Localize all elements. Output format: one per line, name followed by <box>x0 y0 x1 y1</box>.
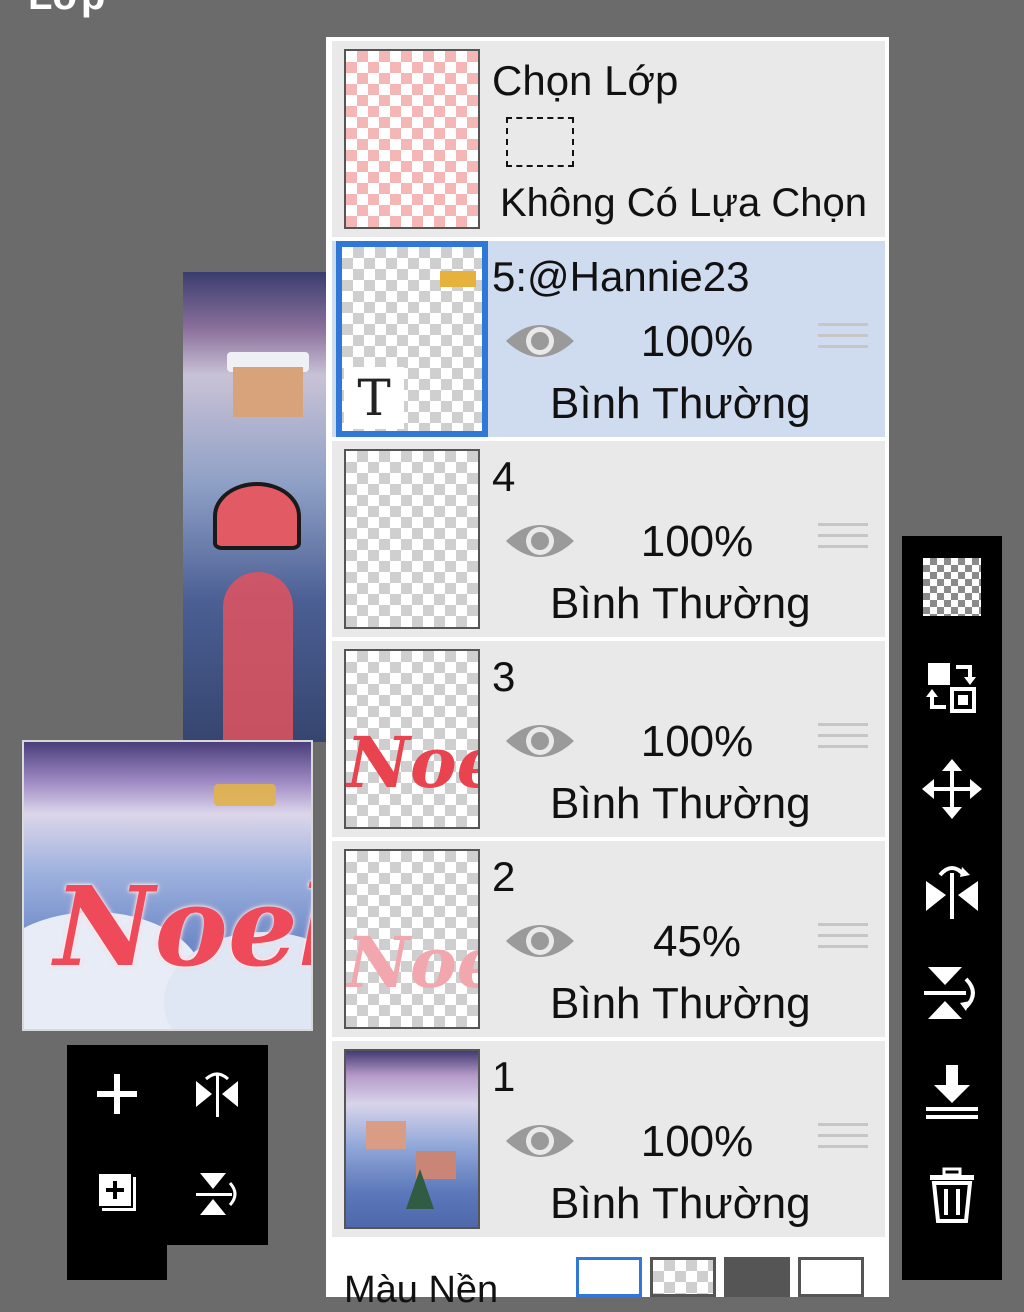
selection-title: Chọn Lớp <box>492 57 679 104</box>
move-icon <box>922 759 982 819</box>
layer-opacity[interactable]: 100% <box>632 517 762 567</box>
eye-icon[interactable] <box>504 513 576 569</box>
canvas-decoration <box>213 482 301 550</box>
thumbnail-noel-text: Noel <box>346 921 478 1004</box>
layer-thumbnail: T <box>336 241 488 437</box>
merge-down-button[interactable] <box>917 1058 987 1128</box>
add-layer-button[interactable] <box>82 1059 152 1129</box>
layer-row-2[interactable]: Noel 2 45% Bình Thường <box>332 841 885 1037</box>
swap-layers-icon <box>926 663 976 713</box>
left-toolbar <box>67 1045 268 1245</box>
canvas-preview[interactable]: Noel <box>22 740 313 1031</box>
transparency-button[interactable] <box>917 552 987 622</box>
duplicate-layer-button[interactable] <box>82 1159 152 1229</box>
layer-row-3[interactable]: Noel 3 100% Bình Thường <box>332 641 885 837</box>
drag-handle-icon[interactable] <box>818 1123 868 1163</box>
plus-icon <box>97 1074 137 1114</box>
layer-name: 5:@Hannie23 <box>492 253 750 300</box>
layer-name: 4 <box>492 453 516 500</box>
layer-blend-mode[interactable]: Bình Thường <box>550 979 811 1029</box>
layer-row-4[interactable]: 4 100% Bình Thường <box>332 441 885 637</box>
flip-vertical-icon <box>924 967 975 1019</box>
layer-thumbnail: Noel <box>344 649 480 829</box>
layer-blend-mode[interactable]: Bình Thường <box>550 779 811 829</box>
flip-horizontal-icon <box>196 1072 238 1117</box>
flip-vertical-button[interactable] <box>917 958 987 1028</box>
right-toolbar <box>902 536 1002 1280</box>
layer-name: 2 <box>492 853 516 900</box>
layer-opacity[interactable]: 100% <box>632 717 762 767</box>
thumbnail-text-mark <box>440 271 476 287</box>
layer-row-5[interactable]: T 5:@Hannie23 100% Bình Thường <box>332 241 885 437</box>
preview-noel-text: Noel <box>54 862 313 991</box>
background-color-label: Màu Nền <box>344 1269 499 1311</box>
selection-layer-row[interactable]: Chọn Lớp Không Có Lựa Chọn <box>332 41 885 237</box>
selection-status: Không Có Lựa Chọn <box>500 181 868 225</box>
selection-marquee-icon <box>506 117 574 167</box>
screen-title: Lớp <box>28 0 105 19</box>
layer-name: 3 <box>492 653 516 700</box>
drag-handle-icon[interactable] <box>818 323 868 363</box>
preview-signature <box>214 784 276 806</box>
canvas-decoration <box>223 572 293 742</box>
thumbnail-house <box>366 1121 406 1149</box>
background-swatch-transparent[interactable] <box>650 1257 716 1297</box>
drag-handle-icon[interactable] <box>818 723 868 763</box>
layer-blend-mode[interactable]: Bình Thường <box>550 579 811 629</box>
add-layer-icon <box>97 1172 136 1211</box>
left-toolbar-extension <box>67 1245 167 1280</box>
canvas-view[interactable] <box>183 272 331 742</box>
layer-row-1[interactable]: 1 100% Bình Thường <box>332 1041 885 1237</box>
swap-layers-button[interactable] <box>917 652 987 722</box>
eye-icon[interactable] <box>504 1113 576 1169</box>
delete-layer-button[interactable] <box>917 1160 987 1230</box>
layers-panel: Chọn Lớp Không Có Lựa Chọn T 5:@Hannie23… <box>326 37 889 1311</box>
layer-blend-mode[interactable]: Bình Thường <box>550 379 811 429</box>
layer-opacity[interactable]: 100% <box>632 1117 762 1167</box>
background-swatch-custom[interactable] <box>798 1257 864 1297</box>
selection-thumbnail <box>344 49 480 229</box>
transparency-icon <box>923 558 981 616</box>
merge-down-icon <box>926 1065 978 1119</box>
drag-handle-icon[interactable] <box>818 523 868 563</box>
background-swatch-dark[interactable] <box>724 1257 790 1297</box>
eye-icon[interactable] <box>504 913 576 969</box>
layer-thumbnail <box>344 1049 480 1229</box>
canvas-house <box>233 367 303 417</box>
thumbnail-scene <box>346 1051 478 1227</box>
layer-opacity[interactable]: 100% <box>632 317 762 367</box>
drag-handle-icon[interactable] <box>818 923 868 963</box>
layer-blend-mode[interactable]: Bình Thường <box>550 1179 811 1229</box>
flip-vertical-icon <box>196 1173 237 1215</box>
move-button[interactable] <box>917 754 987 824</box>
background-swatch-white[interactable] <box>576 1257 642 1297</box>
layer-thumbnail: Noel <box>344 849 480 1029</box>
thumbnail-noel-text: Noel <box>346 721 478 804</box>
flip-vertical-button[interactable] <box>182 1159 252 1229</box>
trash-icon <box>930 1167 974 1223</box>
layer-name: 1 <box>492 1053 516 1100</box>
flip-horizontal-icon <box>926 866 978 919</box>
thumbnail-tree <box>406 1169 434 1209</box>
flip-horizontal-button[interactable] <box>182 1059 252 1129</box>
eye-icon[interactable] <box>504 713 576 769</box>
layer-thumbnail <box>344 449 480 629</box>
layer-opacity[interactable]: 45% <box>632 917 762 967</box>
text-layer-badge: T <box>344 367 404 429</box>
flip-horizontal-button[interactable] <box>917 856 987 926</box>
eye-icon[interactable] <box>504 313 576 369</box>
